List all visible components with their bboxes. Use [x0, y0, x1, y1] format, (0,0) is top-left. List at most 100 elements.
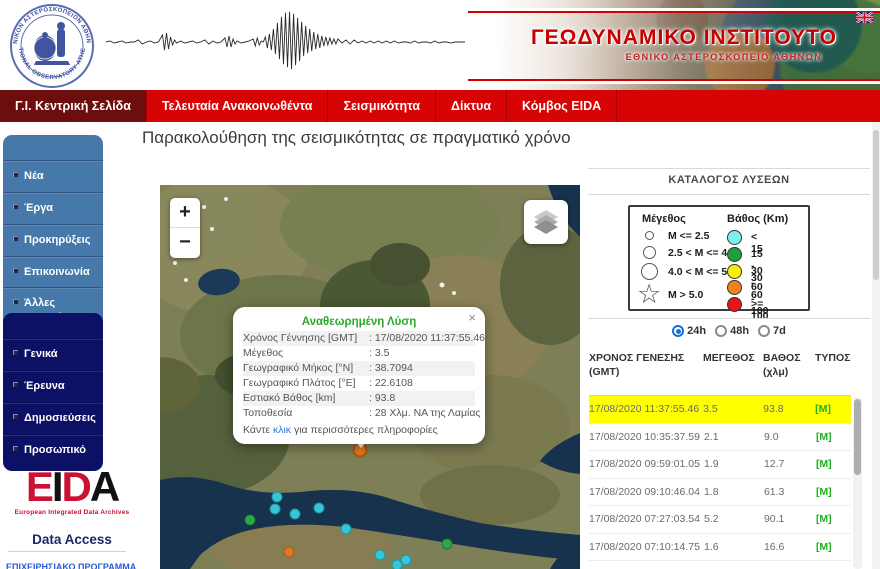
magnitude-label: 4.0 < M <= 5.0 [668, 266, 736, 278]
depth-color-dot [727, 280, 742, 295]
period-radio[interactable]: 48h [715, 325, 749, 337]
sidebar-item[interactable]: Νέα [3, 160, 103, 192]
eida-subtitle: European Integrated Data Archives [6, 509, 138, 516]
zoom-in-button[interactable]: + [170, 198, 200, 228]
result-row[interactable]: 17/08/2020 06:38:16.30 1.7 4.7 [M] [589, 561, 851, 569]
popup-row-label: Τοποθεσία [243, 406, 369, 421]
period-radio[interactable]: 24h [672, 325, 706, 337]
page-title: Παρακολούθηση της σεισμικότητας σε πραγμ… [142, 128, 622, 148]
nav-item[interactable]: Γ.Ι. Κεντρική Σελίδα [0, 90, 147, 122]
nav-item[interactable]: Κόμβος EIDA [507, 90, 617, 122]
bullet-icon [13, 268, 18, 273]
magnitude-star-icon: ☆ [637, 281, 661, 308]
popup-row: Τοποθεσία : 28 Χλμ. ΝΑ της Λαμίας [243, 406, 475, 421]
earthquake-marker[interactable] [314, 503, 325, 514]
bullet-icon [13, 204, 18, 209]
map-layers-button[interactable] [524, 200, 568, 244]
more-info-link[interactable]: κλικ [273, 424, 291, 436]
magnitude-large-circle [641, 263, 658, 280]
solutions-catalog-title: ΚΑΤΑΛΟΓΟΣ ΛΥΣΕΩΝ [588, 174, 870, 186]
seismicity-map[interactable]: + − × Αναθεωρημένη Λύση Χρόνος Γέννησης … [160, 185, 580, 569]
results-scrollbar[interactable] [853, 397, 862, 569]
page: ΕΘΝΙΚΟΝ ΑΣΤΕΡΟΣΚΟΠΕΙΟΝ ΑΘΗΝΩΝ NATIONAL O… [0, 0, 880, 569]
event-magnitude: 1.8 [704, 486, 764, 498]
result-row[interactable]: 17/08/2020 07:10:14.75 1.6 16.6 [M] [589, 534, 851, 562]
period-radio[interactable]: 7d [758, 325, 786, 337]
event-time: 17/08/2020 07:27:03.54 [589, 513, 704, 525]
event-popup: × Αναθεωρημένη Λύση Χρόνος Γέννησης [GMT… [233, 307, 485, 444]
popup-row-value: : 93.8 [369, 391, 475, 406]
earthquake-marker[interactable] [401, 555, 412, 566]
earthquake-marker[interactable] [375, 550, 386, 561]
magnitude-label: 2.5 < M <= 4.0 [668, 247, 736, 259]
bullet-icon [13, 236, 18, 241]
result-row[interactable]: 17/08/2020 09:10:46.04 1.8 61.3 [M] [589, 479, 851, 507]
sidebar-item[interactable]: Γενικά [3, 338, 103, 370]
sidebar-item[interactable]: Έρευνα [3, 370, 103, 402]
earthquake-marker[interactable] [245, 515, 256, 526]
divider [588, 318, 870, 319]
earthquake-marker[interactable] [270, 504, 281, 515]
institute-subtitle: ΕΘΝΙΚΟ ΑΣΤΕΡΟΣΚΟΠΕΙΟ ΑΘΗΝΩΝ [578, 52, 870, 62]
sidebar-item[interactable]: Δημοσιεύσεις [3, 402, 103, 434]
sidebar-menu-secondary: Γενικά Έρευνα Δημοσιεύσεις Προσωπικό [3, 313, 103, 471]
divider [588, 168, 870, 169]
bullet-icon [13, 299, 18, 304]
popup-row-value: : 3.5 [369, 346, 475, 361]
uk-flag-icon[interactable] [856, 10, 873, 28]
popup-row: Χρόνος Γέννησης [GMT] : 17/08/2020 11:37… [243, 331, 475, 346]
map-zoom-control: + − [170, 198, 200, 258]
popup-row-label: Εστιακό Βάθος [km] [243, 391, 369, 406]
popup-row-label: Μέγεθος [243, 346, 369, 361]
close-icon[interactable]: × [468, 310, 476, 325]
result-row[interactable]: 17/08/2020 11:37:55.46 3.5 93.8 [M] [589, 396, 851, 424]
results-scrollbar-thumb[interactable] [854, 399, 861, 475]
event-magnitude: 3.5 [703, 403, 763, 415]
earthquake-marker[interactable] [341, 524, 352, 535]
popup-row-label: Γεωγραφικό Πλάτος [°E] [243, 376, 369, 391]
sidebar-item[interactable]: Προσωπικό [3, 434, 103, 466]
popup-row: Εστιακό Βάθος [km] : 93.8 [243, 391, 475, 406]
result-row[interactable]: 17/08/2020 07:27:03.54 5.2 90.1 [M] [589, 506, 851, 534]
earthquake-marker[interactable] [272, 492, 283, 503]
event-magnitude: 1.9 [704, 458, 764, 470]
radio-icon [672, 325, 684, 337]
page-scrollbar[interactable] [872, 122, 880, 569]
popup-rows: Χρόνος Γέννησης [GMT] : 17/08/2020 11:37… [243, 331, 475, 421]
column-header-magnitude: ΜΕΓΕΘΟΣ [703, 352, 763, 379]
magnitude-label: M > 5.0 [668, 289, 703, 301]
eida-logo-block[interactable]: EIDA European Integrated Data Archives D… [6, 466, 138, 547]
divider [588, 194, 870, 195]
partial-program-text: ΕΠΙΧΕΙΡΗΣΙΑΚΟ ΠΡΟΓΡΑΜΜΑ [6, 562, 176, 569]
popup-row-value: : 17/08/2020 11:37:55.46 [369, 331, 485, 346]
zoom-out-button[interactable]: − [170, 228, 200, 258]
result-row[interactable]: 17/08/2020 09:59:01.05 1.9 12.7 [M] [589, 451, 851, 479]
data-access-link[interactable]: Data Access [6, 532, 138, 547]
event-type: [M] [816, 431, 851, 443]
nav-item[interactable]: Δίκτυα [436, 90, 507, 122]
bullet-icon [13, 414, 18, 419]
event-time: 17/08/2020 11:37:55.46 [589, 403, 703, 415]
magnitude-small-circle [645, 231, 654, 240]
popup-row: Γεωγραφικό Μήκος [°N] : 38.7094 [243, 361, 475, 376]
radio-icon [758, 325, 770, 337]
earthquake-marker[interactable] [284, 547, 295, 558]
magnitude-label: M <= 2.5 [668, 230, 709, 242]
observatory-seal-logo[interactable]: ΕΘΝΙΚΟΝ ΑΣΤΕΡΟΣΚΟΠΕΙΟΝ ΑΘΗΝΩΝ NATIONAL O… [6, 3, 98, 89]
nav-item[interactable]: Σεισμικότητα [328, 90, 436, 122]
page-scrollbar-thumb[interactable] [873, 130, 879, 280]
depth-color-dot [727, 230, 742, 245]
nav-item[interactable]: Τελευταία Ανακοινωθέντα [147, 90, 329, 122]
bullet-icon [13, 446, 18, 451]
result-row[interactable]: 17/08/2020 10:35:37.59 2.1 9.0 [M] [589, 424, 851, 452]
sidebar-item[interactable]: Έργα [3, 192, 103, 224]
event-depth: 9.0 [764, 431, 816, 443]
event-time: 17/08/2020 10:35:37.59 [589, 431, 704, 443]
period-selector: 24h 48h 7d [588, 325, 870, 337]
earthquake-marker[interactable] [442, 539, 453, 550]
sidebar-item[interactable]: Προκηρύξεις [3, 224, 103, 256]
sidebar-item[interactable]: Επικοινωνία [3, 256, 103, 288]
earthquake-marker[interactable] [290, 509, 301, 520]
column-header-depth: ΒΑΘΟΣ (χλμ) [763, 352, 815, 379]
results-table-header: ΧΡΟΝΟΣ ΓΕΝΕΣΗΣ (GMT) ΜΕΓΕΘΟΣ ΒΑΘΟΣ (χλμ)… [589, 352, 851, 379]
